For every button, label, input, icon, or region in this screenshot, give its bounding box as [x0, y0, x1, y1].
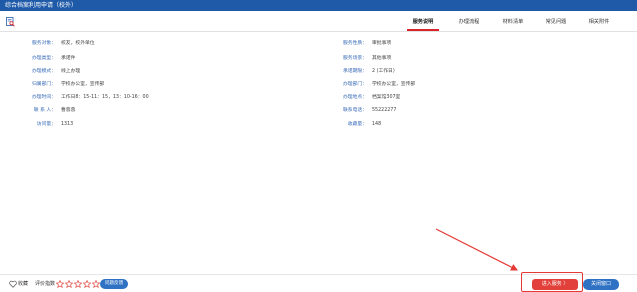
feedback-button[interactable]: 问题反馈 [100, 279, 128, 289]
star-icon[interactable] [65, 280, 73, 288]
close-window-button[interactable]: 关闭窗口 [583, 279, 619, 290]
star-icon[interactable] [92, 280, 100, 288]
star-icon[interactable] [74, 280, 82, 288]
annotation-arrow [435, 228, 519, 271]
heart-icon [9, 280, 17, 288]
star-icon[interactable] [56, 280, 64, 288]
enter-service-button[interactable]: 进入服务 〉 [532, 279, 578, 290]
rating-label: 评价指数 [35, 281, 56, 287]
favorite-label: 收藏 [18, 281, 29, 287]
star-icon[interactable] [83, 280, 91, 288]
